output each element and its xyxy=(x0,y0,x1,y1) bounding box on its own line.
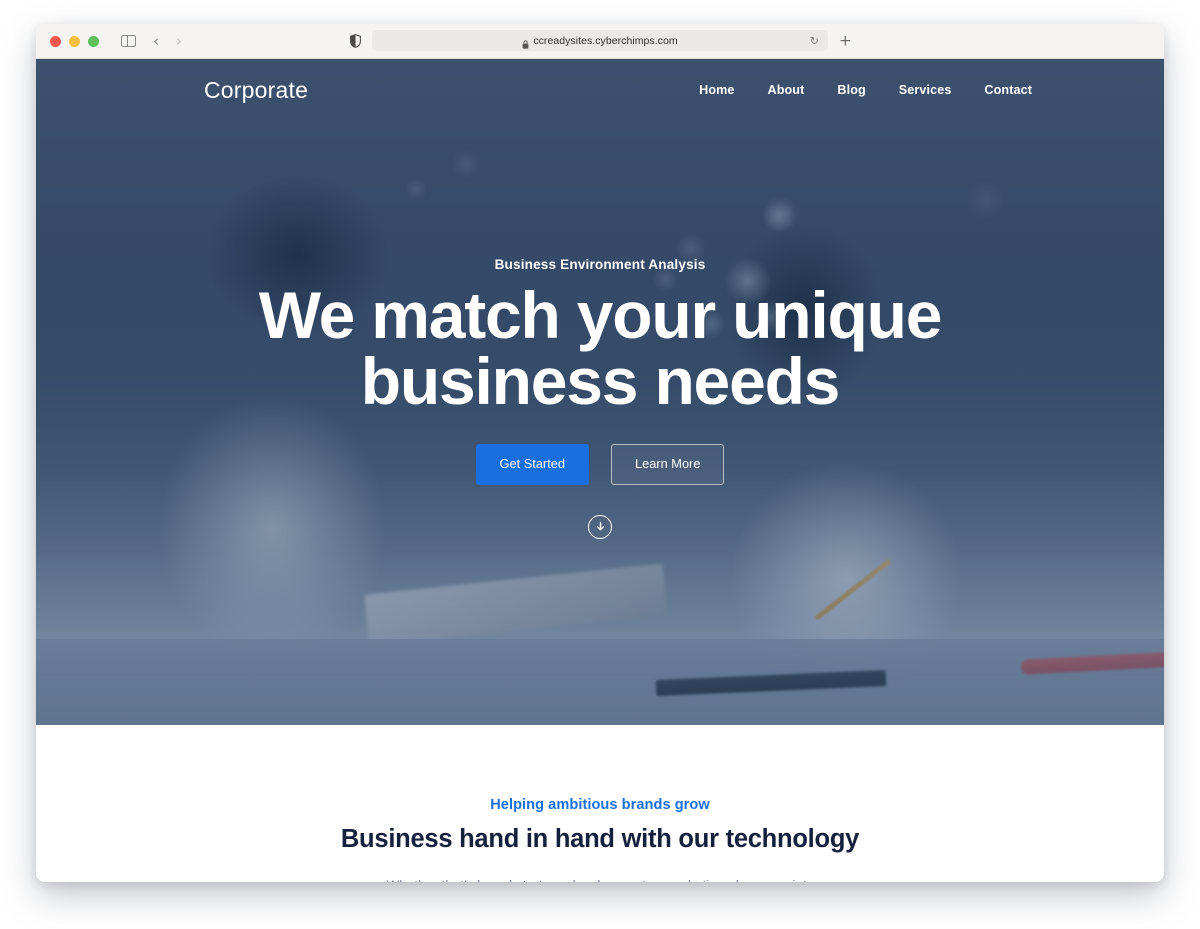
hero-title: We match your unique business needs xyxy=(258,278,943,418)
learn-more-button[interactable]: Learn More xyxy=(611,444,725,485)
maximize-window-button[interactable] xyxy=(88,35,99,47)
window-controls xyxy=(50,35,99,47)
intro-eyebrow: Helping ambitious brands grow xyxy=(490,797,710,813)
hero-section: Corporate Home About Blog Services Conta… xyxy=(36,59,1164,725)
get-started-button[interactable]: Get Started xyxy=(475,444,589,485)
sidebar-icon xyxy=(121,35,136,47)
nav-item-about[interactable]: About xyxy=(768,83,805,97)
shield-icon[interactable] xyxy=(350,34,361,48)
address-bar[interactable]: ccreadysites.cyberchimps.com ↻ xyxy=(372,30,828,51)
intro-body-text: Whether that's brand strategy developmen… xyxy=(385,876,815,882)
lock-icon xyxy=(522,36,529,49)
site-logo[interactable]: Corporate xyxy=(204,77,308,104)
reload-button[interactable]: ↻ xyxy=(810,34,819,47)
browser-toolbar: ‹ › ccreadysites.cyberchimps.com ↻ + xyxy=(36,24,1164,59)
browser-window: ‹ › ccreadysites.cyberchimps.com ↻ + Cor… xyxy=(36,24,1164,882)
forward-button[interactable]: › xyxy=(176,33,182,49)
toolbar-navigation: ‹ › xyxy=(121,33,182,49)
site-header: Corporate Home About Blog Services Conta… xyxy=(36,59,1164,121)
nav-item-home[interactable]: Home xyxy=(699,83,734,97)
arrow-down-circle-icon xyxy=(588,514,612,539)
nav-item-services[interactable]: Services xyxy=(899,83,952,97)
url-text: ccreadysites.cyberchimps.com xyxy=(533,34,678,47)
minimize-window-button[interactable] xyxy=(69,35,80,47)
nav-item-blog[interactable]: Blog xyxy=(837,83,865,97)
page-viewport: Corporate Home About Blog Services Conta… xyxy=(36,59,1164,882)
intro-section: Helping ambitious brands grow Business h… xyxy=(36,725,1164,882)
back-button[interactable]: ‹ xyxy=(153,33,159,49)
intro-title: Business hand in hand with our technolog… xyxy=(340,825,860,853)
main-navigation: Home About Blog Services Contact xyxy=(699,83,1124,97)
scroll-down-indicator[interactable] xyxy=(96,514,1104,539)
sidebar-toggle-button[interactable] xyxy=(121,35,136,47)
hero-content: Business Environment Analysis We match y… xyxy=(36,257,1164,539)
nav-item-contact[interactable]: Contact xyxy=(984,83,1032,97)
hero-eyebrow: Business Environment Analysis xyxy=(494,257,706,272)
new-tab-button[interactable]: + xyxy=(839,33,852,49)
hero-cta-group: Get Started Learn More xyxy=(96,444,1104,485)
close-window-button[interactable] xyxy=(50,35,61,47)
